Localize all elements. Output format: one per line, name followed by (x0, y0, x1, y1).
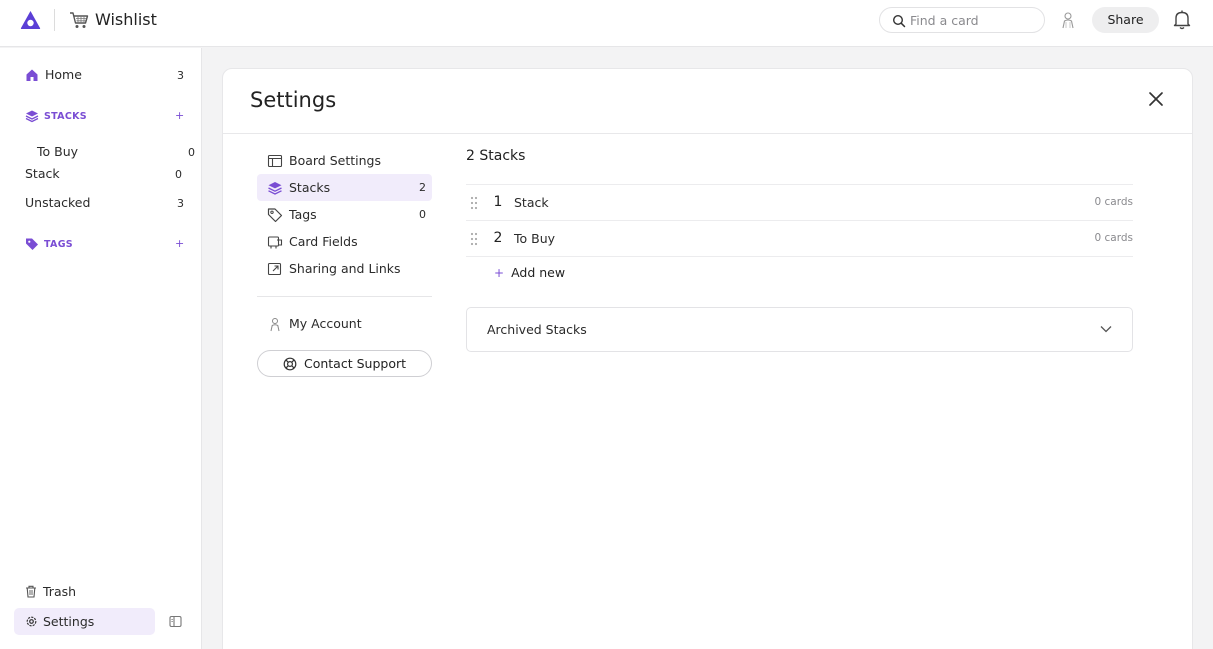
user-avatar-icon (270, 317, 280, 331)
stack-row[interactable]: 1 Stack 0 cards (466, 184, 1133, 220)
sidebar-item-label: Settings (43, 614, 95, 629)
to-buy-count: 0 (188, 146, 195, 159)
search-icon (892, 14, 906, 28)
settings-title: Settings (250, 88, 337, 112)
contact-support-label: Contact Support (303, 356, 407, 371)
plus-icon: + (494, 265, 505, 280)
sidebar-item-home[interactable]: Home (25, 67, 82, 82)
settings-nav-board-settings[interactable]: Board Settings (257, 147, 432, 174)
card-fields-icon (267, 235, 283, 248)
archived-stacks-accordion[interactable]: Archived Stacks (466, 307, 1133, 352)
tag-icon (26, 238, 38, 250)
settings-nav-stacks[interactable]: Stacks 2 (257, 174, 432, 201)
settings-nav-sharing-links[interactable]: Sharing and Links (257, 255, 432, 282)
sidebar-item-label: To Buy (37, 144, 79, 159)
home-count: 3 (177, 69, 184, 82)
lifebuoy-icon (283, 357, 297, 370)
settings-header-divider (223, 133, 1192, 134)
header-divider (54, 9, 55, 31)
layers-icon (268, 181, 282, 195)
settings-nav-label: My Account (289, 316, 362, 331)
sidebar-item-trash[interactable]: Trash (25, 584, 76, 599)
stacks-section-label: STACKS (44, 110, 87, 122)
settings-nav-label: Board Settings (289, 153, 381, 168)
settings-nav-label: Stacks (289, 180, 331, 195)
notifications-bell-icon[interactable] (1172, 9, 1192, 30)
shopping-cart-icon (70, 12, 89, 28)
search-input[interactable] (910, 11, 1040, 29)
sidebar-item-unstacked[interactable]: Unstacked (25, 195, 90, 210)
stack-name[interactable]: Stack (514, 195, 549, 210)
user-avatar-icon[interactable] (1060, 11, 1076, 29)
drag-handle-icon[interactable] (470, 196, 478, 210)
settings-nav-divider (257, 296, 432, 297)
trash-icon (26, 585, 36, 598)
add-new-stack-button[interactable]: + Add new (466, 256, 1133, 288)
chevron-down-icon (1100, 326, 1112, 333)
stacks-count-heading: 2 Stacks (466, 148, 526, 164)
layers-icon (25, 110, 39, 123)
top-bar: Wishlist Share (0, 0, 1213, 47)
app-logo-icon[interactable] (19, 9, 42, 31)
sidebar-item-to-buy[interactable]: To Buy (37, 144, 78, 159)
drag-handle-icon[interactable] (470, 232, 478, 246)
stack-card-count: 0 cards (1094, 232, 1134, 244)
sidebar-item-label: Unstacked (25, 195, 91, 210)
gear-icon (26, 616, 37, 627)
tags-section-header[interactable]: TAGS (25, 237, 73, 251)
stack-row[interactable]: 2 To Buy 0 cards (466, 220, 1133, 256)
stacks-section-header[interactable]: STACKS (25, 109, 87, 123)
settings-nav-tags[interactable]: Tags 0 (257, 201, 432, 228)
board-icon (267, 154, 283, 167)
settings-nav-my-account[interactable]: My Account (257, 310, 432, 337)
contact-support-button[interactable]: Contact Support (257, 350, 432, 377)
stack-name[interactable]: To Buy (514, 231, 555, 246)
search-box[interactable] (879, 7, 1045, 33)
sidebar: Home 3 STACKS + To Buy 0 Stack 0 Unstack… (0, 48, 202, 649)
settings-nav-label: Tags (289, 207, 317, 222)
settings-nav-label: Card Fields (289, 234, 358, 249)
sidebar-item-label: Home (45, 67, 82, 82)
add-new-label: Add new (511, 265, 566, 280)
settings-nav-count: 0 (419, 208, 426, 221)
tags-section-label: TAGS (44, 238, 73, 250)
stack-number: 1 (493, 194, 503, 210)
settings-nav-label: Sharing and Links (289, 261, 401, 276)
add-stack-plus-icon[interactable]: + (175, 109, 184, 122)
sidebar-item-label: Trash (43, 584, 77, 599)
home-icon (26, 69, 38, 81)
share-button[interactable]: Share (1092, 7, 1159, 33)
unstacked-count: 3 (177, 197, 184, 210)
sidebar-item-stack[interactable]: Stack (25, 166, 60, 181)
sidebar-item-settings[interactable]: Settings (25, 614, 94, 629)
settings-nav-card-fields[interactable]: Card Fields (257, 228, 432, 255)
tag-icon (267, 207, 283, 222)
settings-nav-count: 2 (419, 181, 426, 194)
stack-number: 2 (493, 230, 503, 246)
stack-card-count: 0 cards (1094, 196, 1134, 208)
close-icon[interactable] (1147, 90, 1165, 108)
share-link-icon (267, 262, 282, 275)
settings-panel: Settings Board Settings Stacks 2 Tags 0 (222, 68, 1193, 649)
board-title[interactable]: Wishlist (95, 9, 157, 31)
archived-stacks-label: Archived Stacks (487, 322, 587, 337)
stack-count: 0 (175, 168, 182, 181)
add-tag-plus-icon[interactable]: + (175, 237, 184, 250)
sidebar-item-label: Stack (25, 166, 60, 181)
collapse-sidebar-icon[interactable] (169, 615, 182, 628)
